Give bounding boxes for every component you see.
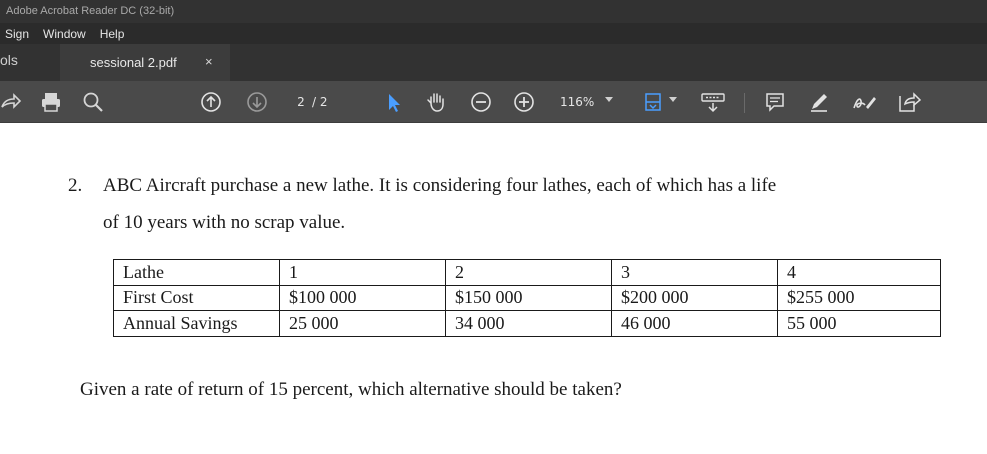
page-number-input[interactable]: 2: [292, 92, 310, 112]
table-cell: $150 000: [445, 284, 612, 311]
search-icon[interactable]: [82, 91, 104, 113]
table-cell: 55 000: [777, 310, 941, 337]
table-cell: 46 000: [611, 310, 778, 337]
zoom-level[interactable]: 116%: [560, 92, 594, 112]
share-send-icon[interactable]: [896, 91, 922, 113]
toolbar: 2 / 2 116%: [0, 81, 987, 123]
table-cell: 25 000: [279, 310, 446, 337]
table-cell: $200 000: [611, 284, 778, 311]
select-cursor-icon[interactable]: [383, 91, 405, 113]
menu-help[interactable]: Help: [93, 27, 132, 41]
tab-close-button[interactable]: ×: [205, 54, 213, 69]
given-text: Given a rate of return of 15 percent, wh…: [80, 379, 622, 400]
table-row: First Cost $100 000 $150 000 $200 000 $2…: [113, 284, 941, 311]
table-cell: $255 000: [777, 284, 941, 311]
hand-icon[interactable]: [425, 91, 447, 113]
zoom-in-icon[interactable]: [513, 91, 535, 113]
chevron-down-icon[interactable]: [605, 97, 613, 102]
table-cell: First Cost: [113, 284, 280, 311]
fit-chevron-down-icon[interactable]: [669, 97, 677, 102]
window-title: Adobe Acrobat Reader DC (32-bit): [0, 0, 987, 23]
tab-document-label: sessional 2.pdf: [90, 55, 177, 70]
tab-bar: ols sessional 2.pdf ×: [0, 44, 987, 81]
menu-bar: Sign Window Help: [0, 23, 987, 44]
table-cell: 3: [611, 259, 778, 286]
comment-icon[interactable]: [764, 91, 786, 113]
table-cell: 34 000: [445, 310, 612, 337]
print-icon[interactable]: [40, 91, 62, 113]
table-cell: 4: [777, 259, 941, 286]
highlight-pen-icon[interactable]: [808, 91, 830, 113]
fit-page-icon[interactable]: [644, 91, 666, 113]
table-cell: Annual Savings: [113, 310, 280, 337]
question-text-line1: ABC Aircraft purchase a new lathe. It is…: [103, 175, 777, 196]
toolbar-separator: [744, 93, 745, 113]
page-down-icon[interactable]: [246, 91, 268, 113]
table-cell: Lathe: [113, 259, 280, 286]
table-cell: $100 000: [279, 284, 446, 311]
sign-icon[interactable]: [852, 91, 878, 113]
share-icon[interactable]: [0, 91, 22, 113]
menu-window[interactable]: Window: [36, 27, 93, 41]
table-cell: 1: [279, 259, 446, 286]
table-cell: 2: [445, 259, 612, 286]
menu-sign[interactable]: Sign: [0, 27, 36, 41]
keyboard-icon[interactable]: [700, 91, 726, 113]
question-text-line2: of 10 years with no scrap value.: [103, 212, 346, 233]
tab-document[interactable]: sessional 2.pdf ×: [60, 44, 230, 81]
table-row: Lathe 1 2 3 4: [113, 259, 941, 286]
question-number: 2.: [68, 175, 83, 196]
zoom-out-icon[interactable]: [470, 91, 492, 113]
table-row: Annual Savings 25 000 34 000 46 000 55 0…: [113, 310, 941, 337]
page-total: / 2: [312, 95, 328, 109]
document-page: 2. ABC Aircraft purchase a new lathe. It…: [0, 124, 987, 454]
page-up-icon[interactable]: [200, 91, 222, 113]
tab-tools[interactable]: ols: [0, 52, 18, 68]
lathe-table: Lathe 1 2 3 4 First Cost $100 000 $150 0…: [113, 259, 941, 337]
